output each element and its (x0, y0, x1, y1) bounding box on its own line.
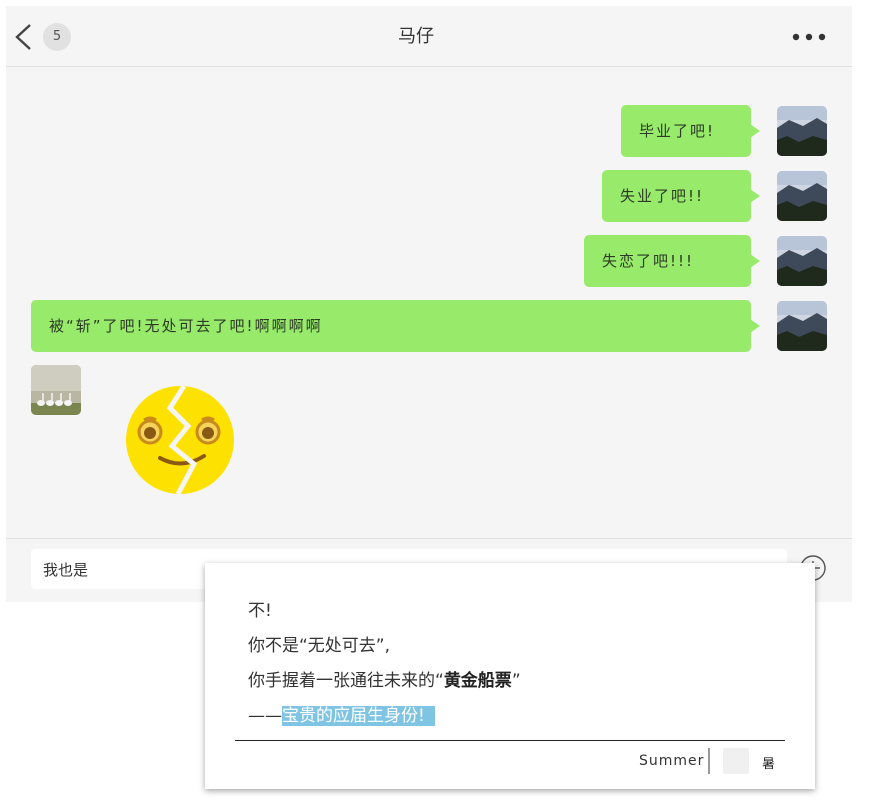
message-bubble[interactable]: 失业了吧!! (602, 170, 760, 222)
quote-line-4: ——宝贵的应届生身份! (248, 701, 435, 726)
my-avatar[interactable] (777, 301, 827, 351)
quote-divider (235, 740, 785, 741)
message-bubble[interactable]: 毕业了吧! (621, 105, 760, 157)
quote-line-1: 不! (248, 601, 272, 621)
message-bubble[interactable]: 被“斩”了吧!无处可去了吧!啊啊啊啊 (31, 300, 760, 352)
signature-separator (708, 748, 710, 774)
quote-card: 不! 你不是“无处可去”, 你手握着一张通往未来的“黄金船票” ——宝贵的应届生… (205, 563, 815, 789)
quote-line-3-suffix: ” (511, 671, 521, 691)
signature-stamp: 暑 (762, 757, 776, 772)
quote-emphasis: 黄金船票 (443, 671, 512, 691)
quote-line-2: 你不是“无处可去”, (248, 636, 391, 656)
my-avatar[interactable] (777, 171, 827, 221)
chat-header: 5 马仔 (6, 6, 852, 67)
quote-line-3-prefix: 你手握着一张通往未来的“ (248, 671, 444, 691)
broken-heart-face-sticker[interactable] (124, 386, 236, 494)
signature-text: Summer (639, 753, 705, 769)
quote-dash: —— (248, 706, 282, 726)
my-avatar[interactable] (777, 236, 827, 286)
quote-line-3: 你手握着一张通往未来的“黄金船票” (248, 666, 521, 691)
contact-avatar[interactable] (31, 365, 81, 415)
chat-window: 5 马仔 毕业了吧! 失业了吧!! 失恋了吧!!! 被“斩”了吧!无处可去了吧!… (6, 6, 852, 602)
signature-box (723, 748, 749, 774)
quote-highlight: 宝贵的应届生身份! (282, 706, 435, 726)
more-options-icon[interactable] (790, 32, 830, 42)
chat-title: 马仔 (398, 26, 434, 47)
message-bubble[interactable]: 失恋了吧!!! (584, 235, 760, 287)
my-avatar[interactable] (777, 106, 827, 156)
